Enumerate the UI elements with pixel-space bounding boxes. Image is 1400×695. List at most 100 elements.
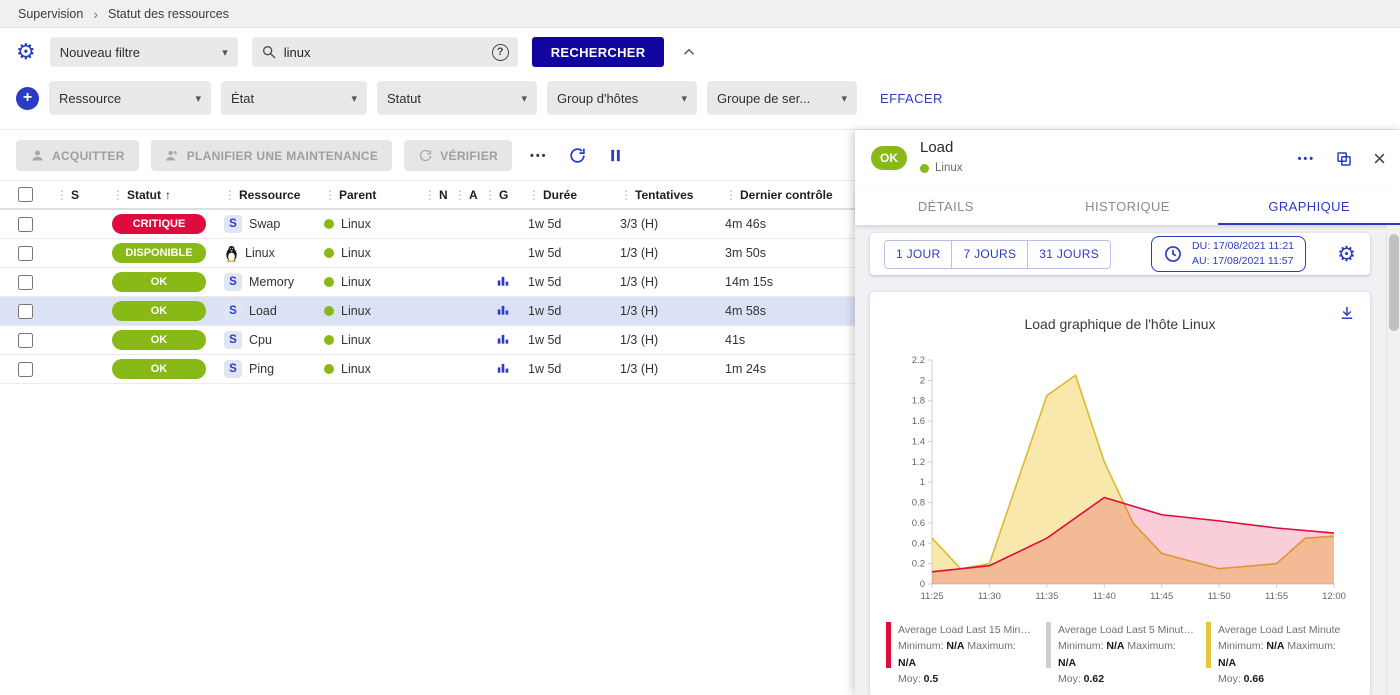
table-row[interactable]: OKSCpuLinux1w 5d1/3 (H)41s [0,326,855,355]
collapse-filters-icon[interactable] [680,43,698,61]
period-1day-button[interactable]: 1 JOUR [884,240,952,269]
check-button[interactable]: VÉRIFIER [404,140,512,171]
table-row[interactable]: DISPONIBLELinuxLinux1w 5d1/3 (H)3m 50s [0,239,855,268]
close-panel-icon[interactable]: × [1373,148,1386,170]
row-checkbox[interactable] [18,275,33,290]
tab-graph[interactable]: GRAPHIQUE [1218,187,1400,225]
legend-item[interactable]: Average Load Last 5 MinutesMinimum: N/A … [1046,622,1194,687]
parent-cell[interactable]: Linux [324,275,424,289]
header-duration[interactable]: ⋮ Durée [528,188,620,202]
row-checkbox[interactable] [18,333,33,348]
row-checkbox[interactable] [18,217,33,232]
copy-link-button[interactable] [1335,150,1353,168]
header-last-check[interactable]: ⋮ Dernier contrôle [725,188,855,202]
scrollbar-thumb[interactable] [1389,234,1399,331]
graph-icon[interactable] [496,361,510,375]
set-downtime-button[interactable]: PLANIFIER UNE MAINTENANCE [151,140,393,171]
header-parent[interactable]: ⋮ Parent [324,188,424,202]
drag-handle-icon: ⋮ [224,188,236,202]
panel-more-icon[interactable]: ••• [1298,153,1316,165]
resource-cell[interactable]: SCpu [224,331,324,349]
period-7days-button[interactable]: 7 JOURS [952,240,1028,269]
row-select-cell [0,333,56,348]
criteria-resource-select[interactable]: Ressource ▾ [49,81,211,115]
header-tries[interactable]: ⋮ Tentatives [620,188,725,202]
parent-cell[interactable]: Linux [324,217,424,231]
parent-cell[interactable]: Linux [324,362,424,376]
add-criteria-icon[interactable]: + [16,87,39,110]
resource-cell[interactable]: SPing [224,360,324,378]
search-input[interactable] [284,45,485,60]
criteria-label: Group d'hôtes [557,91,638,106]
filter-settings-gear-icon[interactable]: ⚙ [16,41,36,63]
parent-cell[interactable]: Linux [324,304,424,318]
breadcrumb-page[interactable]: Statut des ressources [108,7,229,21]
export-chart-button[interactable] [1338,304,1356,327]
date-range-text: DU: 17/08/2021 11:21 AU: 17/08/2021 11:5… [1192,239,1294,268]
row-checkbox[interactable] [18,362,33,377]
legend-item[interactable]: Average Load Last 15 Minu...Minimum: N/A… [886,622,1034,687]
last-check-cell: 41s [725,333,855,347]
search-button[interactable]: RECHERCHER [532,37,665,67]
criteria-servicegroup-select[interactable]: Groupe de ser... ▾ [707,81,857,115]
panel-parent[interactable]: Linux [920,162,963,174]
parent-status-dot-icon [324,306,334,316]
pause-icon [607,147,624,164]
table-row[interactable]: OKSLoadLinux1w 5d1/3 (H)4m 58s [0,297,855,326]
period-31days-button[interactable]: 31 JOURS [1028,240,1111,269]
table-row[interactable]: OKSPingLinux1w 5d1/3 (H)1m 24s [0,355,855,384]
select-all-checkbox[interactable] [18,187,33,202]
svg-text:0.2: 0.2 [912,559,925,570]
header-notes[interactable]: ⋮ N [424,188,454,202]
svg-text:0: 0 [920,579,925,590]
resource-cell[interactable]: SSwap [224,215,324,233]
load-chart[interactable]: 00.20.40.60.811.21.41.61.822.211:2511:30… [892,346,1348,614]
criteria-hostgroup-select[interactable]: Group d'hôtes ▾ [547,81,697,115]
saved-filter-select[interactable]: Nouveau filtre ▾ [50,37,238,67]
header-action[interactable]: ⋮ A [454,188,484,202]
breadcrumb-section[interactable]: Supervision [18,7,83,21]
service-icon: S [224,273,242,291]
graph-icon[interactable] [496,303,510,317]
criteria-state-select[interactable]: État ▾ [221,81,367,115]
refresh-button[interactable] [568,146,587,165]
graph-icon[interactable] [496,274,510,288]
resource-cell[interactable]: Linux [224,245,324,262]
more-actions-icon[interactable]: ••• [530,150,548,162]
clear-filters-button[interactable]: EFFACER [880,91,943,106]
resource-cell[interactable]: SLoad [224,302,324,320]
parent-cell[interactable]: Linux [324,246,424,260]
acknowledge-button[interactable]: ACQUITTER [16,140,139,171]
graph-settings-gear-icon[interactable]: ⚙ [1337,244,1356,265]
legend-item[interactable]: Average Load Last MinuteMinimum: N/A Max… [1206,622,1354,687]
last-check-cell: 1m 24s [725,362,855,376]
search-box[interactable]: ? [252,37,518,67]
date-range-picker[interactable]: DU: 17/08/2021 11:21 AU: 17/08/2021 11:5… [1151,236,1306,272]
tab-history[interactable]: HISTORIQUE [1037,187,1219,225]
status-cell: CRITIQUE [112,214,224,234]
row-checkbox[interactable] [18,304,33,319]
graph-icon[interactable] [496,332,510,346]
panel-status-badge: OK [871,146,907,170]
drag-handle-icon: ⋮ [528,188,540,202]
drag-handle-icon: ⋮ [424,188,436,202]
row-checkbox[interactable] [18,246,33,261]
header-resource[interactable]: ⋮ Ressource [224,188,324,202]
header-graph[interactable]: ⋮ G [484,188,528,202]
header-status[interactable]: ⋮ Statut ↑ [112,188,224,202]
help-icon[interactable]: ? [492,44,509,61]
status-cell: DISPONIBLE [112,243,224,263]
duration-cell: 1w 5d [528,246,620,260]
criteria-status-select[interactable]: Statut ▾ [377,81,537,115]
resource-cell[interactable]: SMemory [224,273,324,291]
table-row[interactable]: OKSMemoryLinux1w 5d1/3 (H)14m 15s [0,268,855,297]
tab-details[interactable]: DÉTAILS [855,187,1037,225]
service-icon: S [224,302,242,320]
sort-ascending-icon[interactable]: ↑ [165,188,171,202]
pause-refresh-button[interactable] [607,147,624,164]
header-severity[interactable]: ⋮ S [56,188,112,202]
panel-scrollbar[interactable] [1386,225,1400,695]
graph-cell [484,361,528,378]
parent-cell[interactable]: Linux [324,333,424,347]
table-row[interactable]: CRITIQUESSwapLinux1w 5d3/3 (H)4m 46s [0,210,855,239]
